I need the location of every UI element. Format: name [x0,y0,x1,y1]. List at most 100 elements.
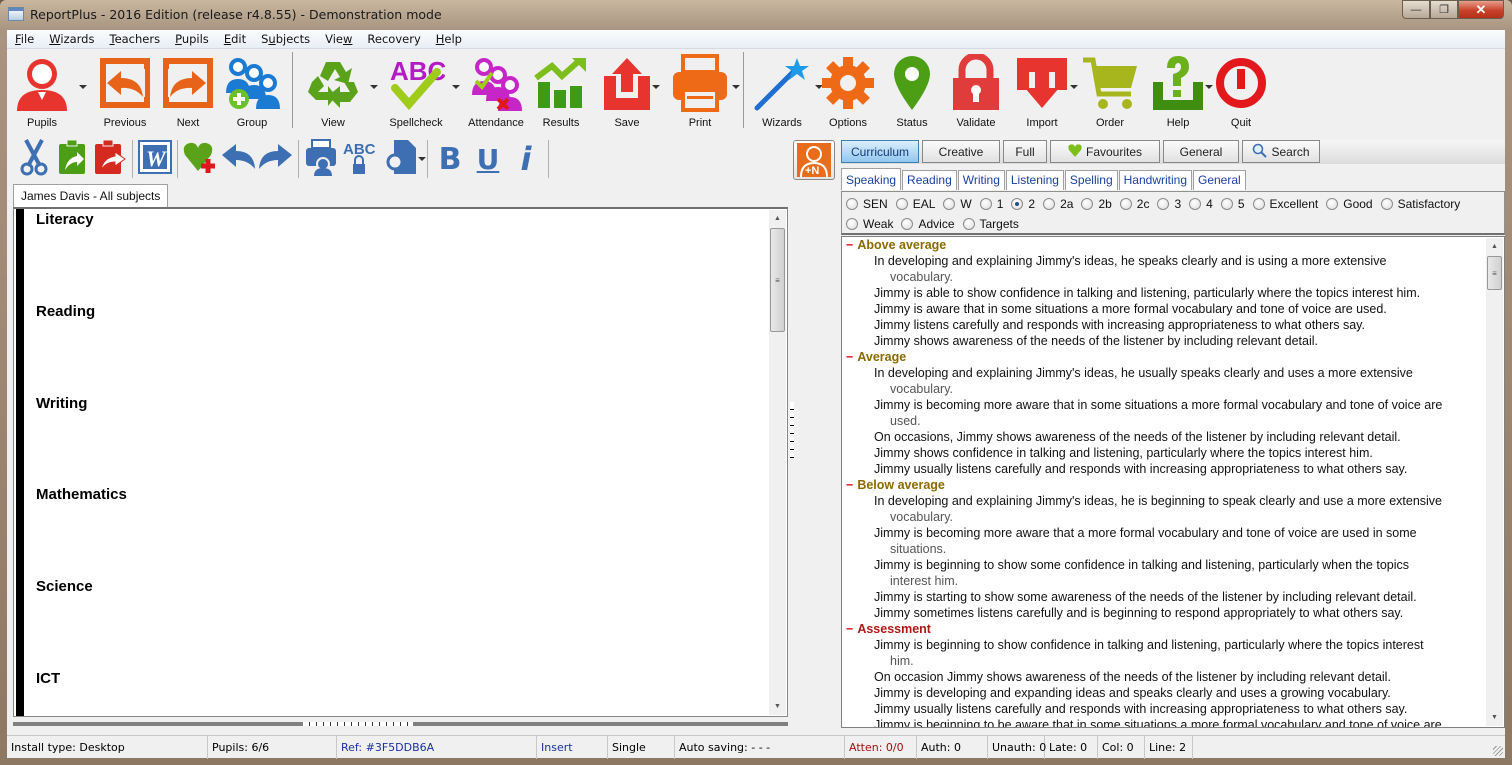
radio-unchecked-icon[interactable] [846,218,858,230]
radio-unchecked-icon[interactable] [1252,198,1265,210]
subject-heading[interactable]: Literacy [36,211,94,228]
scroll-thumb[interactable]: ≡ [1487,256,1502,290]
print-preview-button[interactable] [302,138,340,180]
menu-item-help[interactable]: Help [428,30,469,48]
horizontal-splitter[interactable] [13,722,788,726]
radio-unchecked-icon[interactable] [1157,198,1170,210]
comment-item[interactable]: Jimmy is developing and expanding ideas … [842,685,1486,701]
print-button[interactable]: Print [662,50,740,130]
validate-button[interactable]: Validate [943,50,1009,130]
group-button[interactable]: Group [217,50,287,130]
comment-list[interactable]: − Above average In developing and explaini… [841,236,1505,728]
menu-item-edit[interactable]: Edit [216,30,253,48]
level-radio-sen[interactable]: SEN [846,194,888,214]
radio-unchecked-icon[interactable] [846,198,858,210]
radio-unchecked-icon[interactable] [1380,198,1393,210]
subtab-handwriting[interactable]: Handwriting [1118,170,1192,190]
view-dropdown-arrow[interactable] [370,85,378,89]
undo-button[interactable] [219,138,257,180]
level-radio-w[interactable]: W [943,194,972,214]
subject-heading[interactable]: Writing [36,395,87,412]
wizards-button[interactable]: Wizards [749,50,823,130]
comment-item[interactable]: Jimmy is beginning to show some confiden… [842,557,1486,589]
comment-group-header[interactable]: − Below average [842,477,1486,493]
radio-unchecked-icon[interactable] [1081,198,1094,210]
pupils-dropdown-arrow[interactable] [79,85,87,89]
attendance-button[interactable]: Attendance [462,50,530,130]
add-favourite-button[interactable] [181,138,219,180]
comment-item[interactable]: Jimmy is becoming more aware that in som… [842,397,1486,429]
comment-item[interactable]: Jimmy usually listens carefully and resp… [842,461,1486,477]
subtab-speaking[interactable]: Speaking [841,168,902,190]
splitter-grip[interactable] [303,722,413,726]
level-radio-2c[interactable]: 2c [1119,194,1149,214]
title-bar[interactable]: ReportPlus - 2016 Edition (release r4.8.… [0,0,1512,30]
scroll-down-button[interactable]: ▼ [1486,709,1503,726]
comment-item[interactable]: On occasion Jimmy shows awareness of the… [842,669,1486,685]
comment-group-header[interactable]: − Above average [842,237,1486,253]
status-selection-mode[interactable]: Single [608,736,675,759]
menu-item-file[interactable]: File [7,30,41,48]
subject-heading[interactable]: Science [36,578,93,595]
tab-creative[interactable]: Creative [922,140,1000,163]
comment-item[interactable]: Jimmy shows confidence in talking and li… [842,445,1486,461]
level-radio-1[interactable]: 1 [979,194,1003,214]
comment-item[interactable]: On occasions, Jimmy shows awareness of t… [842,429,1486,445]
collapse-icon[interactable]: − [846,622,853,636]
level-radio-targets[interactable]: Targets [962,214,1019,234]
italic-button[interactable]: i [507,138,545,180]
comment-item[interactable]: Jimmy listens carefully and responds wit… [842,317,1486,333]
import-button[interactable]: Import [1009,50,1078,130]
spellcheck-dropdown-arrow[interactable] [452,85,460,89]
close-button[interactable]: ✕ [1458,0,1504,19]
tab-search[interactable]: Search [1242,140,1320,163]
level-radio-2a[interactable]: 2a [1043,194,1073,214]
tab-full[interactable]: Full [1003,140,1047,163]
maximize-button[interactable]: ❐ [1430,0,1458,19]
radio-unchecked-icon[interactable] [979,198,992,210]
view-button[interactable]: View [298,50,378,130]
menu-item-recovery[interactable]: Recovery [359,30,427,48]
scroll-down-button[interactable]: ▼ [769,698,786,715]
comment-item[interactable]: Jimmy is able to show confidence in talk… [842,285,1486,301]
minimize-button[interactable]: — [1402,0,1430,19]
radio-unchecked-icon[interactable] [1119,198,1132,210]
comment-item[interactable]: In developing and explaining Jimmy's ide… [842,493,1486,525]
comment-item[interactable]: In developing and explaining Jimmy's ide… [842,253,1486,285]
radio-unchecked-icon[interactable] [1043,198,1056,210]
subject-heading[interactable]: Mathematics [36,486,127,503]
status-insert-mode[interactable]: Insert [537,736,608,759]
editor-content[interactable]: Literacy Reading Writing Mathematics Science… [36,209,767,716]
subtab-writing[interactable]: Writing [957,170,1005,190]
scroll-thumb[interactable]: ≡ [770,228,785,332]
subtab-reading[interactable]: Reading [902,170,957,190]
status-button[interactable]: Status [881,50,943,130]
level-radio-eal[interactable]: EAL [895,194,935,214]
scroll-up-button[interactable]: ▲ [1486,238,1503,255]
subject-heading[interactable]: Reading [36,303,95,320]
quit-button[interactable]: Quit [1211,50,1271,130]
print-dropdown-arrow[interactable] [732,85,740,89]
level-radio-3[interactable]: 3 [1157,194,1181,214]
radio-unchecked-icon[interactable] [895,198,908,210]
menu-item-wizards[interactable]: Wizards [41,30,101,48]
comment-scrollbar[interactable]: ▲ ≡ ▼ [1486,238,1503,726]
level-radio-advice[interactable]: Advice [901,214,955,234]
order-button[interactable]: Order [1075,50,1145,130]
level-radio-2[interactable]: 2 [1011,194,1035,214]
comment-item[interactable]: Jimmy sometimes listens carefully and is… [842,605,1486,621]
menu-item-pupils[interactable]: Pupils [167,30,216,48]
find-dropdown-arrow[interactable] [418,157,426,161]
scroll-up-button[interactable]: ▲ [769,210,786,227]
previous-button[interactable]: Previous [91,50,159,130]
comment-item[interactable]: Jimmy usually listens carefully and resp… [842,701,1486,717]
resize-grip[interactable] [1493,746,1503,756]
comment-item[interactable]: Jimmy is becoming more aware that a more… [842,525,1486,557]
subject-heading[interactable]: ICT [36,670,60,687]
add-pupil-note-button[interactable]: +N [793,140,835,180]
paste-special-button[interactable] [91,138,129,180]
tab-document[interactable]: James Davis - All subjects [13,184,169,208]
radio-unchecked-icon[interactable] [943,198,956,210]
menu-item-view[interactable]: View [317,30,359,48]
level-radio-excellent[interactable]: Excellent [1252,194,1318,214]
